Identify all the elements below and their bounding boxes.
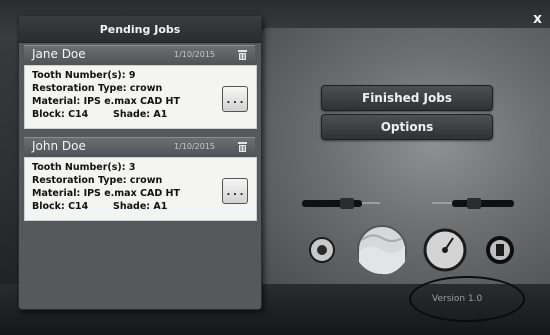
pending-jobs-panel: Pending Jobs Jane Doe 1/10/2015 Tooth Nu…: [18, 15, 262, 310]
spindle-icon[interactable]: [486, 236, 514, 264]
job-card-jane-doe[interactable]: Tooth Number(s): 9 Restoration Type: cro…: [24, 65, 257, 129]
pressure-gauge-icon[interactable]: [423, 228, 467, 272]
restoration-type: Restoration Type: crown: [32, 175, 163, 186]
water-tank-icon[interactable]: [357, 225, 407, 275]
job-name: John Doe: [32, 139, 86, 153]
job-date: 1/10/2015: [174, 142, 216, 151]
left-mill-tool-icon: [302, 198, 380, 209]
material: Material: IPS e.max CAD HT: [32, 188, 180, 199]
tooth-number: Tooth Number(s): 9: [32, 70, 136, 81]
job-card-john-doe[interactable]: Tooth Number(s): 3 Restoration Type: cro…: [24, 157, 257, 221]
block: Block: C14: [32, 201, 89, 212]
pending-jobs-title-text: Pending Jobs: [99, 22, 181, 36]
tooth-number: Tooth Number(s): 3: [32, 162, 136, 173]
shade: Shade: A1: [113, 109, 168, 120]
job-name: Jane Doe: [32, 47, 86, 61]
app-window: x Finished Jobs Options Version 1.0 Pend…: [0, 0, 550, 335]
close-button[interactable]: x: [533, 11, 542, 27]
finished-jobs-label: Finished Jobs: [362, 91, 452, 105]
shade: Shade: A1: [113, 201, 168, 212]
options-button[interactable]: Options: [321, 114, 493, 140]
job-date: 1/10/2015: [174, 50, 216, 59]
settings-knob-icon[interactable]: [309, 237, 335, 263]
job-header-john-doe[interactable]: John Doe 1/10/2015: [24, 137, 255, 157]
job-details-button[interactable]: ...: [222, 86, 248, 112]
trash-icon[interactable]: [237, 49, 248, 61]
options-label: Options: [380, 120, 434, 134]
pending-jobs-title: Pending Jobs: [19, 16, 261, 43]
trash-icon[interactable]: [237, 141, 248, 153]
annotation-oval: [409, 276, 525, 322]
job-details-button[interactable]: ...: [222, 178, 248, 204]
right-mill-tool-icon: [432, 198, 514, 209]
restoration-type: Restoration Type: crown: [32, 83, 163, 94]
machine-graphics: [302, 198, 514, 275]
block: Block: C14: [32, 109, 89, 120]
material: Material: IPS e.max CAD HT: [32, 96, 180, 107]
job-header-jane-doe[interactable]: Jane Doe 1/10/2015: [24, 45, 255, 65]
finished-jobs-button[interactable]: Finished Jobs: [321, 85, 493, 111]
